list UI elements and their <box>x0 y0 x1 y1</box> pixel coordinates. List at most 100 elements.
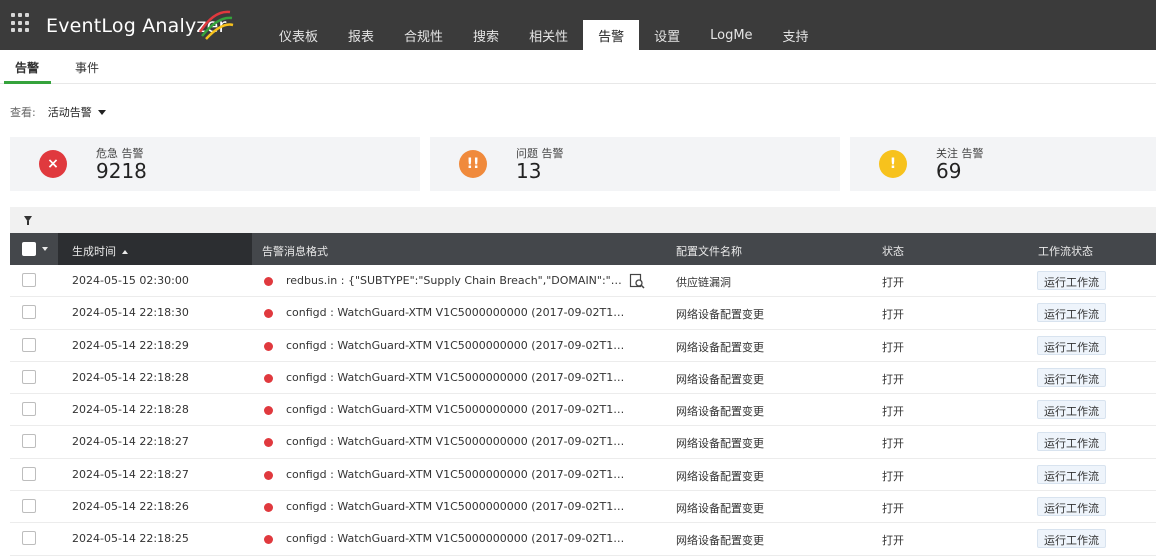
row-checkbox[interactable] <box>22 369 36 384</box>
table-row[interactable]: 2024-05-14 22:18:27 configd : WatchGuard-… <box>10 426 1156 459</box>
table-row[interactable]: 2024-05-15 02:30:00 redbus.in : {"SUBTYPE… <box>10 265 1156 298</box>
attention-count: 69 <box>936 159 962 183</box>
row-profile: 网络设备配置变更 <box>676 437 764 451</box>
run-workflow-button[interactable]: 运行工作流 <box>1037 432 1106 452</box>
select-all-checkbox[interactable] <box>22 242 36 256</box>
select-options-chevron-icon[interactable] <box>42 247 48 251</box>
severity-dot-icon <box>264 503 273 513</box>
row-time: 2024-05-14 22:18:27 <box>72 435 189 449</box>
row-profile: 网络设备配置变更 <box>676 372 764 386</box>
filter-icon[interactable] <box>24 216 32 225</box>
nav-dashboard[interactable]: 仪表板 <box>264 20 333 50</box>
table-row[interactable]: 2024-05-14 22:18:29 configd : WatchGuard-… <box>10 330 1156 362</box>
row-checkbox[interactable] <box>22 499 36 514</box>
run-workflow-button[interactable]: 运行工作流 <box>1037 464 1106 484</box>
row-status: 打开 <box>882 534 904 548</box>
attention-exclamation-icon: ! <box>879 150 907 178</box>
row-message[interactable]: configd : WatchGuard-XTM V1C5000000000 (… <box>286 532 626 545</box>
row-status: 打开 <box>882 372 904 386</box>
table-row[interactable]: 2024-05-14 22:18:28 configd : WatchGuard-… <box>10 362 1156 395</box>
table-header: 生成时间 告警消息格式 配置文件名称 状态 工作流状态 <box>10 233 1156 265</box>
row-status: 打开 <box>882 340 904 354</box>
severity-dot-icon <box>264 341 273 351</box>
active-tab-indicator <box>4 81 51 84</box>
col-header-time[interactable]: 生成时间 <box>72 243 128 259</box>
row-message[interactable]: redbus.in : {"SUBTYPE":"Supply Chain Bre… <box>286 274 626 287</box>
col-header-status[interactable]: 状态 <box>882 243 904 259</box>
row-status: 打开 <box>882 308 904 322</box>
view-dropdown[interactable]: 活动告警 <box>48 104 92 120</box>
nav-alerts[interactable]: 告警 <box>583 20 640 50</box>
critical-alerts-card[interactable]: × 危急 告警 9218 <box>10 137 420 191</box>
col-header-profile[interactable]: 配置文件名称 <box>676 243 742 259</box>
sub-tabs: 告警 事件 <box>0 50 1156 84</box>
run-workflow-button[interactable]: 运行工作流 <box>1037 303 1106 323</box>
row-checkbox[interactable] <box>22 273 36 287</box>
row-message[interactable]: configd : WatchGuard-XTM V1C5000000000 (… <box>286 435 626 448</box>
row-profile: 网络设备配置变更 <box>676 502 764 516</box>
alerts-table-body: 2024-05-15 02:30:00 redbus.in : {"SUBTYPE… <box>10 265 1156 556</box>
tab-alerts[interactable]: 告警 <box>15 59 39 76</box>
table-row[interactable]: 2024-05-14 22:18:30 configd : WatchGuard-… <box>10 297 1156 330</box>
run-workflow-button[interactable]: 运行工作流 <box>1037 335 1106 355</box>
nav-search[interactable]: 搜索 <box>458 20 514 50</box>
nav-correlation[interactable]: 相关性 <box>514 20 583 50</box>
row-time: 2024-05-14 22:18:26 <box>72 500 189 514</box>
row-checkbox[interactable] <box>22 337 36 352</box>
row-checkbox[interactable] <box>22 531 36 546</box>
trouble-warning-icon: !! <box>459 150 487 178</box>
row-checkbox[interactable] <box>22 402 36 417</box>
table-row[interactable]: 2024-05-14 22:18:25 configd : WatchGuard-… <box>10 523 1156 556</box>
run-workflow-button[interactable]: 运行工作流 <box>1037 529 1106 549</box>
row-profile: 网络设备配置变更 <box>676 405 764 419</box>
critical-x-icon: × <box>39 150 67 178</box>
nav-settings[interactable]: 设置 <box>639 20 695 50</box>
view-selector: 查看: 活动告警 <box>10 104 106 120</box>
table-row[interactable]: 2024-05-14 22:18:26 configd : WatchGuard-… <box>10 491 1156 524</box>
row-status: 打开 <box>882 276 904 289</box>
col-header-time-label: 生成时间 <box>72 245 116 258</box>
col-header-workflow[interactable]: 工作流状态 <box>1038 243 1093 259</box>
row-time: 2024-05-14 22:18:30 <box>72 306 189 320</box>
tab-events[interactable]: 事件 <box>75 59 99 76</box>
row-time: 2024-05-15 02:30:00 <box>72 274 189 287</box>
trouble-alerts-card[interactable]: !! 问题 告警 13 <box>430 137 840 191</box>
run-workflow-button[interactable]: 运行工作流 <box>1037 497 1106 517</box>
row-time: 2024-05-14 22:18:28 <box>72 403 189 417</box>
row-message[interactable]: configd : WatchGuard-XTM V1C5000000000 (… <box>286 468 626 481</box>
severity-dot-icon <box>264 438 273 448</box>
nav-compliance[interactable]: 合规性 <box>389 20 458 50</box>
view-label: 查看: <box>10 106 36 119</box>
top-navigation-bar: EventLog Analyzer 仪表板 报表 合规性 搜索 相关性 告警 设… <box>0 0 1156 50</box>
run-workflow-button[interactable]: 运行工作流 <box>1037 367 1106 387</box>
row-message[interactable]: configd : WatchGuard-XTM V1C5000000000 (… <box>286 500 626 513</box>
row-message[interactable]: configd : WatchGuard-XTM V1C5000000000 (… <box>286 371 626 384</box>
row-checkbox[interactable] <box>22 305 36 320</box>
row-profile: 网络设备配置变更 <box>676 340 764 354</box>
table-row[interactable]: 2024-05-14 22:18:27 configd : WatchGuard-… <box>10 459 1156 492</box>
row-profile: 供应链漏洞 <box>676 276 731 289</box>
nav-support[interactable]: 支持 <box>768 20 824 50</box>
brand-logo-icon <box>198 10 234 40</box>
filter-bar <box>10 207 1156 233</box>
apps-grid-icon[interactable] <box>11 13 31 33</box>
severity-dot-icon <box>264 470 273 480</box>
nav-logme[interactable]: LogMe <box>695 20 767 50</box>
row-status: 打开 <box>882 469 904 483</box>
row-message[interactable]: configd : WatchGuard-XTM V1C5000000000 (… <box>286 339 626 352</box>
row-checkbox[interactable] <box>22 434 36 449</box>
row-message[interactable]: configd : WatchGuard-XTM V1C5000000000 (… <box>286 403 626 416</box>
row-checkbox[interactable] <box>22 466 36 481</box>
severity-dot-icon <box>264 373 273 383</box>
severity-dot-icon <box>264 535 273 545</box>
chevron-down-icon[interactable] <box>97 109 106 115</box>
col-header-message[interactable]: 告警消息格式 <box>262 243 328 259</box>
nav-reports[interactable]: 报表 <box>333 20 389 50</box>
run-workflow-button[interactable]: 运行工作流 <box>1037 400 1106 420</box>
run-workflow-button[interactable]: 运行工作流 <box>1037 271 1106 290</box>
attention-alerts-card[interactable]: ! 关注 告警 69 <box>850 137 1156 191</box>
row-message[interactable]: configd : WatchGuard-XTM V1C5000000000 (… <box>286 306 626 319</box>
view-details-icon[interactable] <box>629 273 645 289</box>
row-profile: 网络设备配置变更 <box>676 308 764 322</box>
table-row[interactable]: 2024-05-14 22:18:28 configd : WatchGuard-… <box>10 394 1156 427</box>
